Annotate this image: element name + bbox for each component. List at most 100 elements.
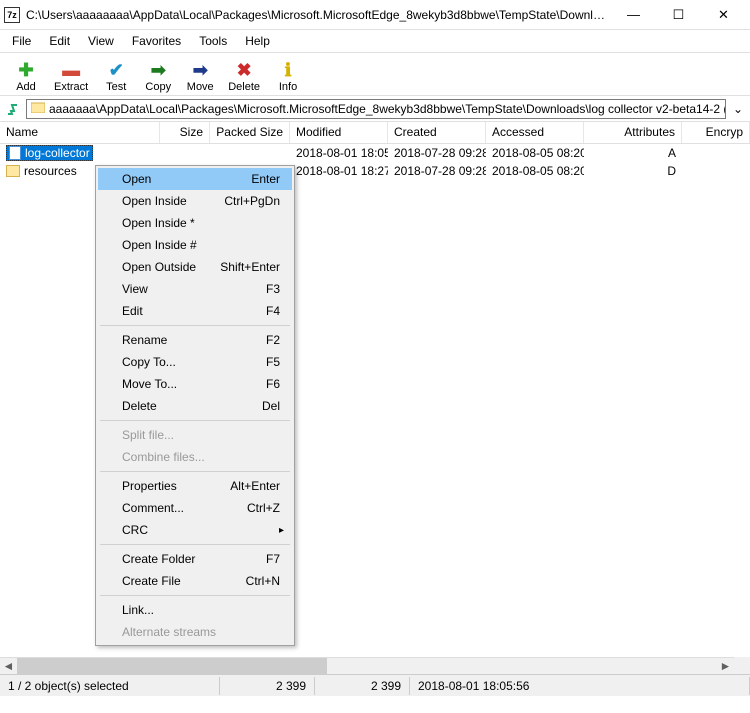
- context-shortcut: Ctrl+N: [246, 574, 280, 588]
- scroll-corner: [734, 657, 750, 674]
- address-input[interactable]: aaaaaaa\AppData\Local\Packages\Microsoft…: [26, 99, 726, 119]
- header-packed-size[interactable]: Packed Size: [210, 122, 290, 143]
- scroll-left-icon[interactable]: ◄: [0, 658, 17, 675]
- file-attr: A: [584, 146, 682, 160]
- context-shortcut: Shift+Enter: [220, 260, 280, 274]
- context-move-to[interactable]: Move To...F6: [98, 373, 292, 395]
- window-title: C:\Users\aaaaaaaa\AppData\Local\Packages…: [26, 8, 611, 22]
- scroll-right-icon[interactable]: ►: [717, 658, 734, 675]
- header-encrypted[interactable]: Encryp: [682, 122, 750, 143]
- context-open[interactable]: OpenEnter: [98, 168, 292, 190]
- context-properties[interactable]: Properties Alt+Enter: [98, 475, 292, 497]
- folder-icon: [6, 165, 20, 177]
- context-label: CRC: [122, 523, 148, 537]
- scroll-thumb[interactable]: [17, 658, 327, 675]
- context-label: Combine files...: [122, 450, 205, 464]
- menu-file[interactable]: File: [4, 32, 39, 50]
- header-attributes[interactable]: Attributes: [584, 122, 682, 143]
- header-modified[interactable]: Modified: [290, 122, 388, 143]
- context-create-folder[interactable]: Create FolderF7: [98, 548, 292, 570]
- file-modified: 2018-08-01 18:27: [290, 164, 388, 178]
- chevron-right-icon: ▸: [279, 525, 284, 536]
- context-view[interactable]: ViewF3: [98, 278, 292, 300]
- address-dropdown-icon[interactable]: ⌄: [730, 102, 746, 116]
- extract-label: Extract: [54, 81, 88, 93]
- maximize-button[interactable]: ☐: [656, 1, 701, 29]
- context-separator: [100, 471, 290, 472]
- app-icon: 7z: [4, 7, 20, 23]
- context-split-file: Split file...: [98, 424, 292, 446]
- context-delete[interactable]: DeleteDel: [98, 395, 292, 417]
- add-label: Add: [16, 81, 36, 93]
- info-button[interactable]: ℹInfo: [268, 58, 308, 95]
- context-link[interactable]: Link...: [98, 599, 292, 621]
- context-separator: [100, 325, 290, 326]
- context-copy-to[interactable]: Copy To...F5: [98, 351, 292, 373]
- file-attr: D: [584, 164, 682, 178]
- table-row[interactable]: log-collector 2018-08-01 18:052018-07-28 …: [0, 144, 750, 162]
- scroll-track[interactable]: [17, 658, 717, 675]
- context-edit[interactable]: EditF4: [98, 300, 292, 322]
- delete-icon: ✖: [234, 60, 254, 80]
- header-name[interactable]: Name: [0, 122, 160, 143]
- file-created: 2018-07-28 09:28: [388, 164, 486, 178]
- file-icon: [9, 146, 21, 160]
- file-name: log-collector: [25, 146, 90, 160]
- context-combine-files: Combine files...: [98, 446, 292, 468]
- extract-button[interactable]: ▬Extract: [48, 58, 94, 95]
- close-button[interactable]: ✕: [701, 1, 746, 29]
- context-comment[interactable]: Comment... Ctrl+Z: [98, 497, 292, 519]
- delete-button[interactable]: ✖Delete: [222, 58, 266, 95]
- file-name: resources: [24, 164, 77, 178]
- status-selected: 1 / 2 object(s) selected: [0, 677, 220, 695]
- context-label: Open: [122, 172, 151, 186]
- menu-tools[interactable]: Tools: [191, 32, 235, 50]
- file-created: 2018-07-28 09:28: [388, 146, 486, 160]
- status-size2: 2 399: [315, 677, 410, 695]
- statusbar: 1 / 2 object(s) selected 2 399 2 399 201…: [0, 674, 750, 696]
- menu-favorites[interactable]: Favorites: [124, 32, 189, 50]
- minimize-button[interactable]: —: [611, 1, 656, 29]
- context-label: Alternate streams: [122, 625, 216, 639]
- menu-help[interactable]: Help: [237, 32, 278, 50]
- menu-view[interactable]: View: [80, 32, 122, 50]
- context-crc[interactable]: CRC ▸: [98, 519, 292, 541]
- menu-edit[interactable]: Edit: [41, 32, 78, 50]
- move-icon: ➡: [190, 60, 210, 80]
- header-created[interactable]: Created: [388, 122, 486, 143]
- context-label: Open Inside *: [122, 216, 195, 230]
- add-button[interactable]: ✚Add: [6, 58, 46, 95]
- header-size[interactable]: Size: [160, 122, 210, 143]
- context-separator: [100, 595, 290, 596]
- context-open-inside[interactable]: Open Inside #: [98, 234, 292, 256]
- status-size1: 2 399: [220, 677, 315, 695]
- context-label: Properties: [122, 479, 177, 493]
- context-open-inside[interactable]: Open InsideCtrl+PgDn: [98, 190, 292, 212]
- file-modified: 2018-08-01 18:05: [290, 146, 388, 160]
- context-shortcut: F6: [266, 377, 280, 391]
- copy-button[interactable]: ➡Copy: [138, 58, 178, 95]
- test-button[interactable]: ✔Test: [96, 58, 136, 95]
- move-button[interactable]: ➡Move: [180, 58, 220, 95]
- header-accessed[interactable]: Accessed: [486, 122, 584, 143]
- context-label: Comment...: [122, 501, 184, 515]
- move-label: Move: [187, 81, 214, 93]
- context-label: Edit: [122, 304, 143, 318]
- context-shortcut: Alt+Enter: [230, 479, 280, 493]
- horizontal-scrollbar[interactable]: ◄ ►: [0, 657, 734, 674]
- context-label: Open Inside: [122, 194, 187, 208]
- context-alternate-streams: Alternate streams: [98, 621, 292, 643]
- info-icon: ℹ: [278, 60, 298, 80]
- context-open-inside[interactable]: Open Inside *: [98, 212, 292, 234]
- context-shortcut: Ctrl+Z: [247, 501, 280, 515]
- context-menu: OpenEnterOpen InsideCtrl+PgDnOpen Inside…: [95, 165, 295, 646]
- context-label: Split file...: [122, 428, 174, 442]
- test-label: Test: [106, 81, 126, 93]
- context-create-file[interactable]: Create FileCtrl+N: [98, 570, 292, 592]
- address-text: aaaaaaa\AppData\Local\Packages\Microsoft…: [49, 102, 726, 116]
- context-open-outside[interactable]: Open OutsideShift+Enter: [98, 256, 292, 278]
- context-rename[interactable]: RenameF2: [98, 329, 292, 351]
- context-shortcut: Del: [262, 399, 280, 413]
- context-shortcut: F5: [266, 355, 280, 369]
- up-icon[interactable]: [4, 100, 22, 118]
